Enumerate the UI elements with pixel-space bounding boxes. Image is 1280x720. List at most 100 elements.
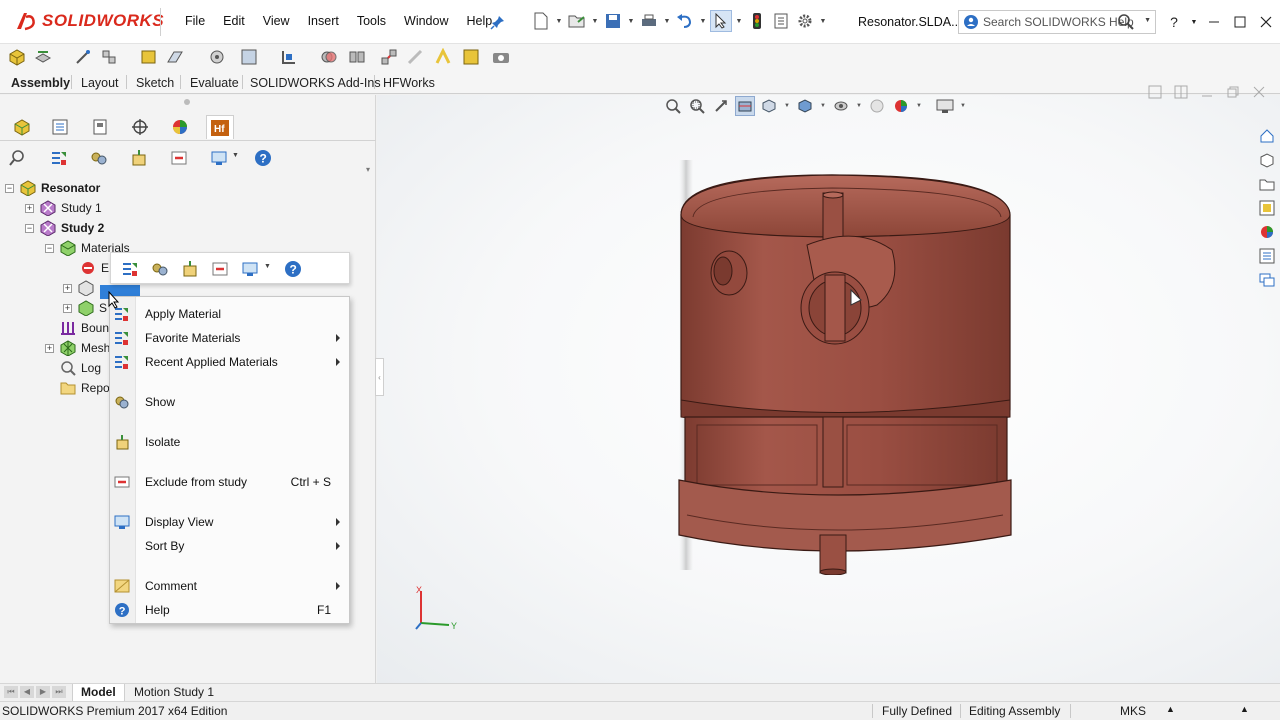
previous-view-icon[interactable]: [711, 96, 731, 116]
last-tab-arrow-icon[interactable]: ⏭: [52, 686, 66, 698]
tab-sketch[interactable]: Sketch: [127, 72, 183, 93]
solidworks-logo[interactable]: SOLIDWORKS: [14, 9, 164, 33]
new-dropdown-icon[interactable]: ▼: [554, 10, 564, 32]
interference-detection-icon[interactable]: [320, 48, 338, 66]
undo-icon[interactable]: [674, 10, 696, 32]
panel-scroll-arrow-icon[interactable]: ▾: [366, 165, 370, 174]
help-search-box[interactable]: Search SOLIDWORKS Help ▼: [958, 10, 1156, 34]
update-speedpak-icon[interactable]: [462, 48, 480, 66]
menu-window[interactable]: Window: [395, 14, 457, 28]
file-properties-icon[interactable]: [770, 10, 792, 32]
prev-tab-arrow-icon[interactable]: ◀: [20, 686, 34, 698]
apply-scene-dropdown-icon[interactable]: ▼: [915, 103, 923, 109]
menu-file[interactable]: File: [176, 14, 214, 28]
undo-dropdown-icon[interactable]: ▼: [698, 10, 708, 32]
tab-model[interactable]: Model: [72, 684, 125, 702]
exclude-tool-icon[interactable]: [170, 149, 188, 167]
select-cursor-icon[interactable]: [710, 10, 732, 32]
assembly-features-icon[interactable]: [140, 48, 158, 66]
menu-item-favorite-materials[interactable]: Favorite Materials: [110, 327, 349, 349]
exclude-tool-icon[interactable]: [211, 260, 229, 278]
panel-collapse-handle[interactable]: ‹: [375, 358, 384, 396]
search-icon[interactable]: [1117, 13, 1135, 31]
filter-search-icon[interactable]: [8, 149, 26, 167]
isolate-tool-icon[interactable]: [181, 260, 199, 278]
move-component-icon[interactable]: [208, 48, 226, 66]
help-tool-icon[interactable]: ?: [254, 149, 272, 167]
new-document-icon[interactable]: [530, 10, 552, 32]
collapse-toggle-icon[interactable]: −: [5, 183, 14, 193]
display-style-icon[interactable]: [795, 96, 815, 116]
status-units[interactable]: MKS: [1120, 704, 1146, 718]
help-tool-icon[interactable]: ?: [284, 260, 302, 278]
tree-item-study-1[interactable]: + Study 1: [25, 198, 102, 218]
display-style-dropdown-icon[interactable]: ▼: [819, 103, 827, 109]
tree-item-mesh[interactable]: + Mesh: [45, 338, 110, 358]
view-settings-dropdown-icon[interactable]: ▼: [959, 103, 967, 109]
edit-appearance-icon[interactable]: [867, 96, 887, 116]
expand-toggle-icon[interactable]: +: [63, 303, 72, 313]
close-icon[interactable]: [1256, 12, 1276, 32]
show-hidden-components-icon[interactable]: [240, 48, 258, 66]
open-folder-icon[interactable]: [566, 10, 588, 32]
maximize-icon[interactable]: [1230, 12, 1250, 32]
feature-tree-tab-icon[interactable]: [8, 115, 36, 139]
instant3d-icon[interactable]: [434, 48, 452, 66]
take-snapshot-icon[interactable]: [492, 48, 510, 66]
zoom-to-area-icon[interactable]: [687, 96, 707, 116]
menu-insert[interactable]: Insert: [299, 14, 348, 28]
collapse-toggle-icon[interactable]: −: [45, 243, 54, 253]
tree-item-resonator[interactable]: − Resonator: [5, 178, 100, 198]
clearance-verification-icon[interactable]: [348, 48, 366, 66]
graphics-area[interactable]: ▼ ▼ ▼ ▼ ▼ X Y: [377, 85, 1280, 683]
select-dropdown-icon[interactable]: ▼: [734, 10, 744, 32]
pin-icon[interactable]: [490, 14, 506, 30]
dimxpert-tab-icon[interactable]: [126, 115, 154, 139]
menu-view[interactable]: View: [254, 14, 299, 28]
exploded-view-icon[interactable]: [380, 48, 398, 66]
apply-scene-icon[interactable]: [891, 96, 911, 116]
options-dropdown-icon[interactable]: ▼: [818, 10, 828, 32]
save-icon[interactable]: [602, 10, 624, 32]
isolate-tool-icon[interactable]: [130, 149, 148, 167]
section-view-icon[interactable]: [735, 96, 755, 116]
display-view-dropdown-icon[interactable]: ▼: [232, 152, 239, 159]
save-dropdown-icon[interactable]: ▼: [626, 10, 636, 32]
tree-item-report[interactable]: Repo: [60, 378, 110, 398]
hfworks-tab-icon[interactable]: Hf: [206, 115, 234, 139]
view-palette-icon[interactable]: [1256, 197, 1278, 219]
tree-item-boundary-conditions[interactable]: Boun: [60, 318, 109, 338]
menu-item-isolate[interactable]: Isolate: [110, 431, 349, 453]
view-orientation-icon[interactable]: [759, 96, 779, 116]
tree-item-selected-part[interactable]: +: [63, 278, 99, 298]
collapse-toggle-icon[interactable]: −: [25, 223, 34, 233]
tree-item-solid-part[interactable]: + S: [63, 298, 107, 318]
menu-item-show[interactable]: Show: [110, 391, 349, 413]
design-library-icon[interactable]: [1256, 149, 1278, 171]
tab-hfworks[interactable]: HFWorks: [374, 72, 444, 93]
configuration-manager-tab-icon[interactable]: [86, 115, 114, 139]
file-explorer-icon[interactable]: [1256, 173, 1278, 195]
viewport-split-icon[interactable]: [1174, 85, 1188, 99]
viewport-close-icon[interactable]: [1252, 85, 1266, 99]
insert-components-icon[interactable]: [8, 48, 26, 66]
print-dropdown-icon[interactable]: ▼: [662, 10, 672, 32]
tab-solidworks-addins[interactable]: SOLIDWORKS Add-Ins: [241, 72, 390, 93]
menu-item-exclude-from-study[interactable]: Exclude from study Ctrl + S: [110, 471, 349, 493]
tab-evaluate[interactable]: Evaluate: [181, 72, 248, 93]
expand-toggle-icon[interactable]: +: [63, 283, 72, 293]
tab-motion-study-1[interactable]: Motion Study 1: [126, 684, 222, 702]
first-tab-arrow-icon[interactable]: ⏮: [4, 686, 18, 698]
tab-layout[interactable]: Layout: [72, 72, 128, 93]
rebuild-traffic-light-icon[interactable]: [746, 10, 768, 32]
expand-toggle-icon[interactable]: +: [25, 203, 34, 213]
viewport-minimize-icon[interactable]: [1200, 85, 1214, 99]
status-expand-icon[interactable]: ▲: [1240, 704, 1249, 714]
show-components-tool-icon[interactable]: [90, 149, 108, 167]
tree-item-study-2[interactable]: − Study 2: [25, 218, 104, 238]
view-orientation-dropdown-icon[interactable]: ▼: [783, 103, 791, 109]
menu-edit[interactable]: Edit: [214, 14, 254, 28]
expand-toggle-icon[interactable]: +: [45, 343, 54, 353]
appearances-icon[interactable]: [1256, 221, 1278, 243]
zoom-to-fit-icon[interactable]: [663, 96, 683, 116]
